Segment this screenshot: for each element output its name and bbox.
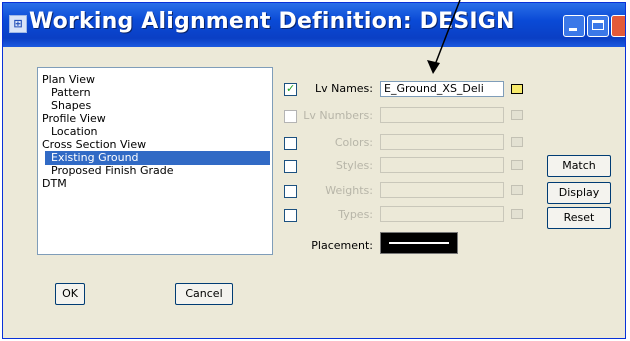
arrow-shaft xyxy=(432,0,461,71)
annotation-arrow xyxy=(427,0,461,74)
arrow-head xyxy=(427,60,440,74)
